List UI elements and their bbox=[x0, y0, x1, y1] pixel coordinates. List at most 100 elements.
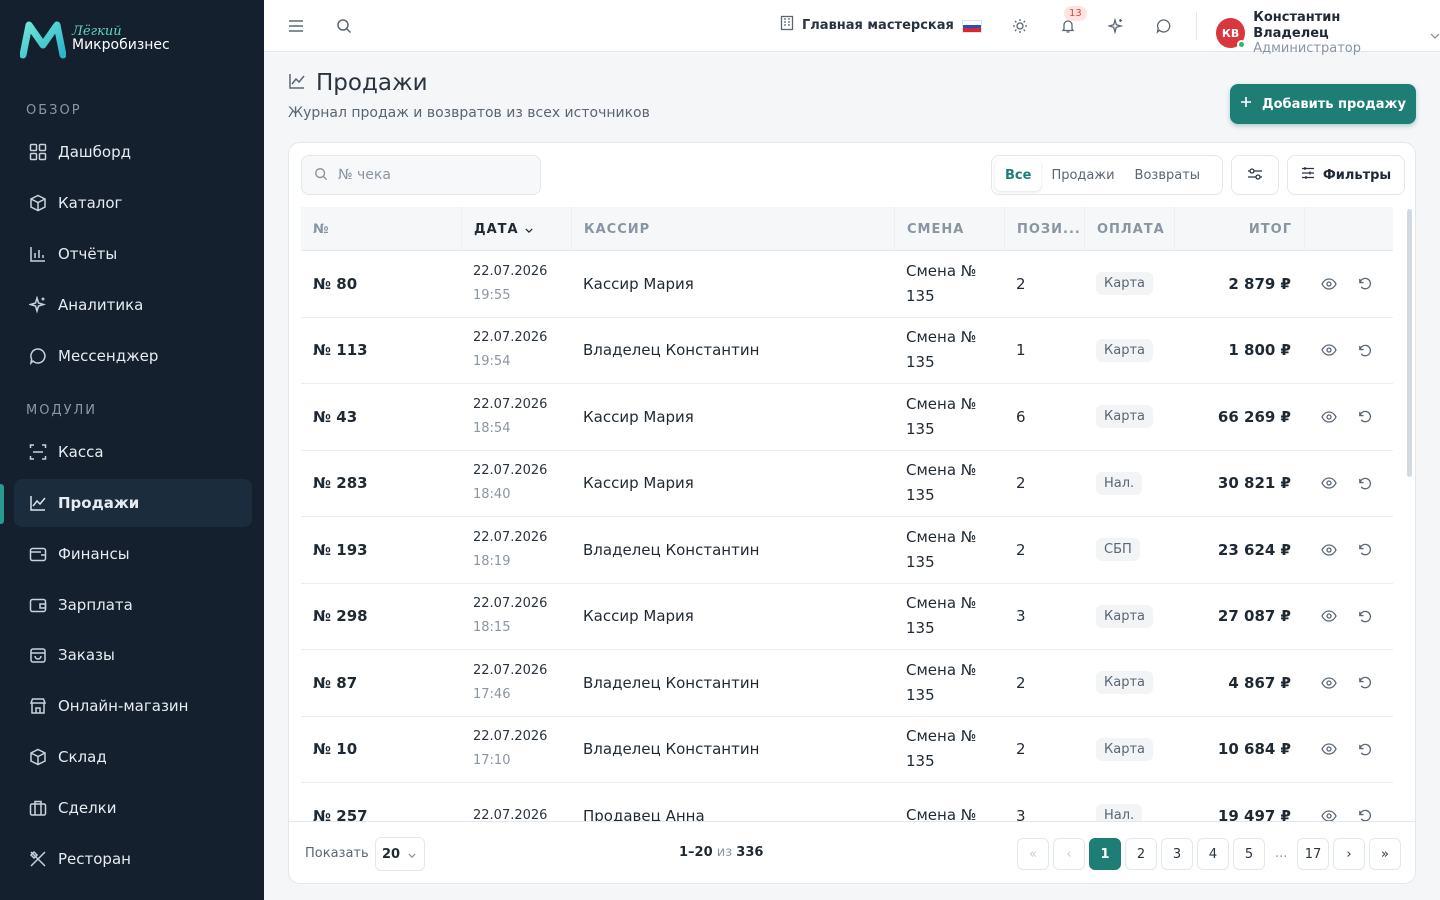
sidebar-item-label: Дашборд bbox=[58, 143, 131, 161]
page-4-button[interactable]: 4 bbox=[1197, 838, 1229, 870]
search-icon[interactable] bbox=[332, 14, 356, 38]
workshop-selector[interactable]: Главная мастерская bbox=[780, 15, 954, 35]
receipt-number[interactable]: № 80 bbox=[313, 251, 357, 317]
tab-returns[interactable]: Возвраты bbox=[1125, 159, 1211, 191]
cube-icon bbox=[28, 747, 48, 767]
chat-icon[interactable] bbox=[1152, 14, 1176, 38]
sidebar-item-warehouse[interactable]: Склад bbox=[14, 733, 252, 781]
receipt-number[interactable]: № 193 bbox=[313, 517, 368, 583]
sidebar-item-label: Склад bbox=[58, 748, 107, 766]
return-icon[interactable] bbox=[1357, 584, 1372, 650]
tab-all[interactable]: Все bbox=[995, 159, 1042, 191]
shift-label: Смена № 135 bbox=[906, 660, 977, 704]
last-page-button[interactable]: » bbox=[1369, 838, 1401, 870]
table-scrollbar[interactable] bbox=[1407, 209, 1412, 477]
receipt-number[interactable]: № 283 bbox=[313, 451, 368, 517]
brand-logo[interactable]: Лёгкий Микробизнес bbox=[19, 18, 170, 60]
return-icon[interactable] bbox=[1357, 318, 1372, 384]
payment-badge: СБП bbox=[1096, 538, 1140, 562]
col-total[interactable]: ИТОГ bbox=[1174, 207, 1304, 251]
receipt-number[interactable]: № 298 bbox=[313, 584, 368, 650]
page-2-button[interactable]: 2 bbox=[1125, 838, 1157, 870]
table-row[interactable]: № 80 22.07.2026 19:55 Кассир Мария Смена № 1… bbox=[301, 251, 1393, 318]
col-shift[interactable]: СМЕНА bbox=[894, 207, 1004, 251]
sparkle-icon[interactable] bbox=[1104, 14, 1128, 38]
col-date[interactable]: ДАТА bbox=[461, 207, 571, 251]
sidebar-item-salary[interactable]: Зарплата bbox=[14, 581, 252, 629]
menu-icon[interactable] bbox=[284, 14, 308, 38]
table-row[interactable]: № 298 22.07.2026 18:15 Кассир Мария Смена № … bbox=[301, 584, 1393, 650]
sidebar-item-catalog[interactable]: Каталог bbox=[14, 179, 252, 227]
sidebar-item-finance[interactable]: Финансы bbox=[14, 530, 252, 578]
page-size-select[interactable]: 20 bbox=[375, 837, 425, 871]
sidebar-item-messenger[interactable]: Мессенджер bbox=[14, 332, 252, 380]
sidebar-item-cashbox[interactable]: Касса bbox=[14, 428, 252, 476]
receipt-number[interactable]: № 43 bbox=[313, 384, 357, 450]
cashier-name: Владелец Константин bbox=[583, 740, 760, 759]
return-icon[interactable] bbox=[1357, 251, 1372, 317]
sidebar-item-label: Касса bbox=[58, 443, 104, 461]
page-size-label: Показать bbox=[305, 846, 369, 861]
table-row[interactable]: № 43 22.07.2026 18:54 Кассир Мария Смена № 1… bbox=[301, 384, 1393, 451]
page-17-button[interactable]: 17 bbox=[1297, 838, 1329, 870]
sidebar-item-label: Продажи bbox=[58, 494, 140, 512]
sidebar-item-analytics[interactable]: Аналитика bbox=[14, 281, 252, 329]
return-icon[interactable] bbox=[1357, 717, 1372, 783]
grid-icon bbox=[28, 142, 48, 162]
eye-icon[interactable] bbox=[1321, 584, 1337, 650]
return-icon[interactable] bbox=[1357, 384, 1372, 450]
table-row[interactable]: № 87 22.07.2026 17:46 Владелец Константин См… bbox=[301, 650, 1393, 717]
user-menu[interactable]: КВ Константин Владелец Администратор bbox=[1216, 10, 1440, 57]
sidebar-item-dashboard[interactable]: Дашборд bbox=[14, 128, 252, 176]
receipt-number[interactable]: № 113 bbox=[313, 318, 368, 384]
sale-total: 30 821 ₽ bbox=[1217, 474, 1291, 493]
return-icon[interactable] bbox=[1357, 451, 1372, 517]
table-row[interactable]: № 113 22.07.2026 19:54 Владелец Константин С… bbox=[301, 318, 1393, 384]
receipt-search[interactable] bbox=[301, 155, 541, 195]
col-payment[interactable]: ОПЛАТА bbox=[1084, 207, 1174, 251]
filters-label: Фильтры bbox=[1322, 167, 1392, 183]
prev-page-button[interactable]: ‹ bbox=[1053, 838, 1085, 870]
sidebar-item-reports[interactable]: Отчёты bbox=[14, 230, 252, 278]
payment-badge: Карта bbox=[1096, 604, 1153, 628]
page-5-button[interactable]: 5 bbox=[1233, 838, 1265, 870]
first-page-button[interactable]: « bbox=[1017, 838, 1049, 870]
sidebar-item-sales[interactable]: Продажи bbox=[14, 479, 252, 527]
eye-icon[interactable] bbox=[1321, 451, 1337, 517]
sidebar-item-restaurant[interactable]: Ресторан bbox=[14, 835, 252, 883]
col-positions[interactable]: ПОЗИ... bbox=[1004, 207, 1084, 251]
sidebar-item-online-store[interactable]: Онлайн-магазин bbox=[14, 682, 252, 730]
add-sale-button[interactable]: Добавить продажу bbox=[1230, 84, 1416, 124]
filters-button[interactable]: Фильтры bbox=[1287, 155, 1405, 195]
tab-sales[interactable]: Продажи bbox=[1041, 159, 1124, 191]
receipt-number[interactable]: № 10 bbox=[313, 717, 357, 783]
sidebar-item-deals[interactable]: Сделки bbox=[14, 784, 252, 832]
receipt-search-input[interactable] bbox=[338, 167, 518, 183]
column-settings-button[interactable] bbox=[1231, 155, 1279, 195]
return-icon[interactable] bbox=[1357, 517, 1372, 583]
sun-icon[interactable] bbox=[1008, 14, 1032, 38]
russia-flag-icon[interactable] bbox=[962, 20, 982, 33]
eye-icon[interactable] bbox=[1321, 717, 1337, 783]
table-row[interactable]: № 193 22.07.2026 18:19 Владелец Константин С… bbox=[301, 517, 1393, 584]
col-cashier[interactable]: КАССИР bbox=[571, 207, 894, 251]
next-page-button[interactable]: › bbox=[1333, 838, 1365, 870]
eye-icon[interactable] bbox=[1321, 251, 1337, 317]
cashier-name: Кассир Мария bbox=[583, 274, 694, 293]
sale-time: 19:54 bbox=[473, 354, 511, 370]
col-num[interactable]: № bbox=[301, 207, 461, 251]
page-1-button[interactable]: 1 bbox=[1089, 838, 1121, 870]
sidebar-item-orders[interactable]: Заказы bbox=[14, 631, 252, 679]
receipt-number[interactable]: № 87 bbox=[313, 650, 357, 716]
eye-icon[interactable] bbox=[1321, 318, 1337, 384]
cashier-name: Владелец Константин bbox=[583, 540, 760, 559]
eye-icon[interactable] bbox=[1321, 384, 1337, 450]
eye-icon[interactable] bbox=[1321, 517, 1337, 583]
table-row[interactable]: № 283 22.07.2026 18:40 Кассир Мария Смена № … bbox=[301, 451, 1393, 517]
page-3-button[interactable]: 3 bbox=[1161, 838, 1193, 870]
table-row[interactable]: № 10 22.07.2026 17:10 Владелец Константин См… bbox=[301, 717, 1393, 783]
sale-date: 22.07.2026 bbox=[473, 396, 548, 412]
return-icon[interactable] bbox=[1357, 650, 1372, 716]
eye-icon[interactable] bbox=[1321, 650, 1337, 716]
positions-count: 2 bbox=[1016, 740, 1026, 759]
